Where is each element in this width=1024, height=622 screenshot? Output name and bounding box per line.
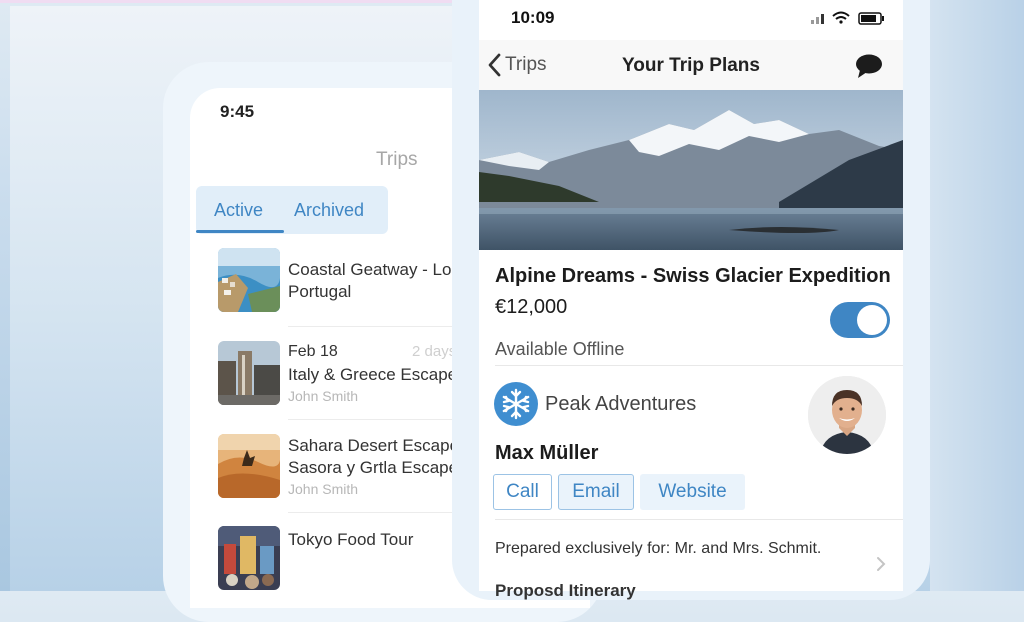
trip-thumbnail [218, 526, 280, 590]
disclosure-button[interactable] [876, 556, 886, 577]
battery-icon [858, 12, 884, 25]
background-strip [930, 0, 1024, 591]
page-title: Your Trip Plans [622, 55, 760, 76]
agent-name: Max Müller [495, 442, 599, 464]
trip-author: John Smith [288, 481, 359, 497]
call-button[interactable]: Call [493, 474, 552, 510]
toggle-knob [857, 305, 887, 335]
trip-title: Tokyo Food Tour [288, 530, 414, 549]
avatar [808, 376, 886, 454]
divider [495, 365, 903, 366]
chat-bubble-icon [856, 54, 882, 78]
front-phone-screen: 10:09 Trips Your Trip Plans Alpine Dream… [479, 0, 903, 600]
active-tab-indicator [196, 230, 284, 233]
trip-author: John Smith [288, 388, 359, 404]
chat-button[interactable] [855, 53, 883, 84]
tab-active[interactable]: Active [214, 200, 263, 221]
email-button[interactable]: Email [558, 474, 634, 510]
trip-title: Italy & Greece Escape - [288, 365, 468, 384]
offline-toggle[interactable] [830, 302, 890, 338]
trip-title: Sahara Desert Escape - [288, 436, 470, 455]
trip-subtitle: Sasora y Grtla Escape - [288, 458, 469, 477]
trip-thumbnail [218, 434, 280, 498]
wifi-icon [832, 11, 850, 20]
trip-title: Coastal Geatway - Los [288, 260, 460, 279]
chevron-right-icon [877, 557, 886, 571]
page-title: Trips [376, 149, 418, 170]
prepared-for-text: Prepared exclusively for: Mr. and Mrs. S… [495, 540, 822, 557]
segmented-control: Active Archived [196, 186, 388, 234]
itinerary-heading: Proposd Itinerary [495, 581, 636, 600]
navigation-bar: Trips Your Trip Plans [479, 40, 903, 90]
trip-price: €12,000 [495, 296, 568, 318]
divider [495, 519, 903, 520]
trip-hero-image [479, 90, 903, 250]
snowflake-icon [502, 388, 530, 420]
website-button[interactable]: Website [640, 474, 745, 510]
trip-subtitle: Portugal [288, 282, 352, 301]
status-bar-icons [809, 10, 889, 26]
trip-title: Alpine Dreams - Swiss Glacier Expedition [495, 265, 891, 287]
agency-logo [494, 382, 538, 426]
trip-date: Feb 18 [288, 343, 338, 360]
status-time: 9:45 [220, 102, 255, 121]
trip-thumbnail [218, 248, 280, 312]
tab-archived[interactable]: Archived [294, 200, 364, 221]
agency-name: Peak Adventures [545, 393, 697, 415]
status-time: 10:09 [511, 8, 555, 27]
signal-icon [811, 14, 824, 24]
trip-thumbnail [218, 341, 280, 405]
offline-label: Available Offline [495, 339, 625, 359]
